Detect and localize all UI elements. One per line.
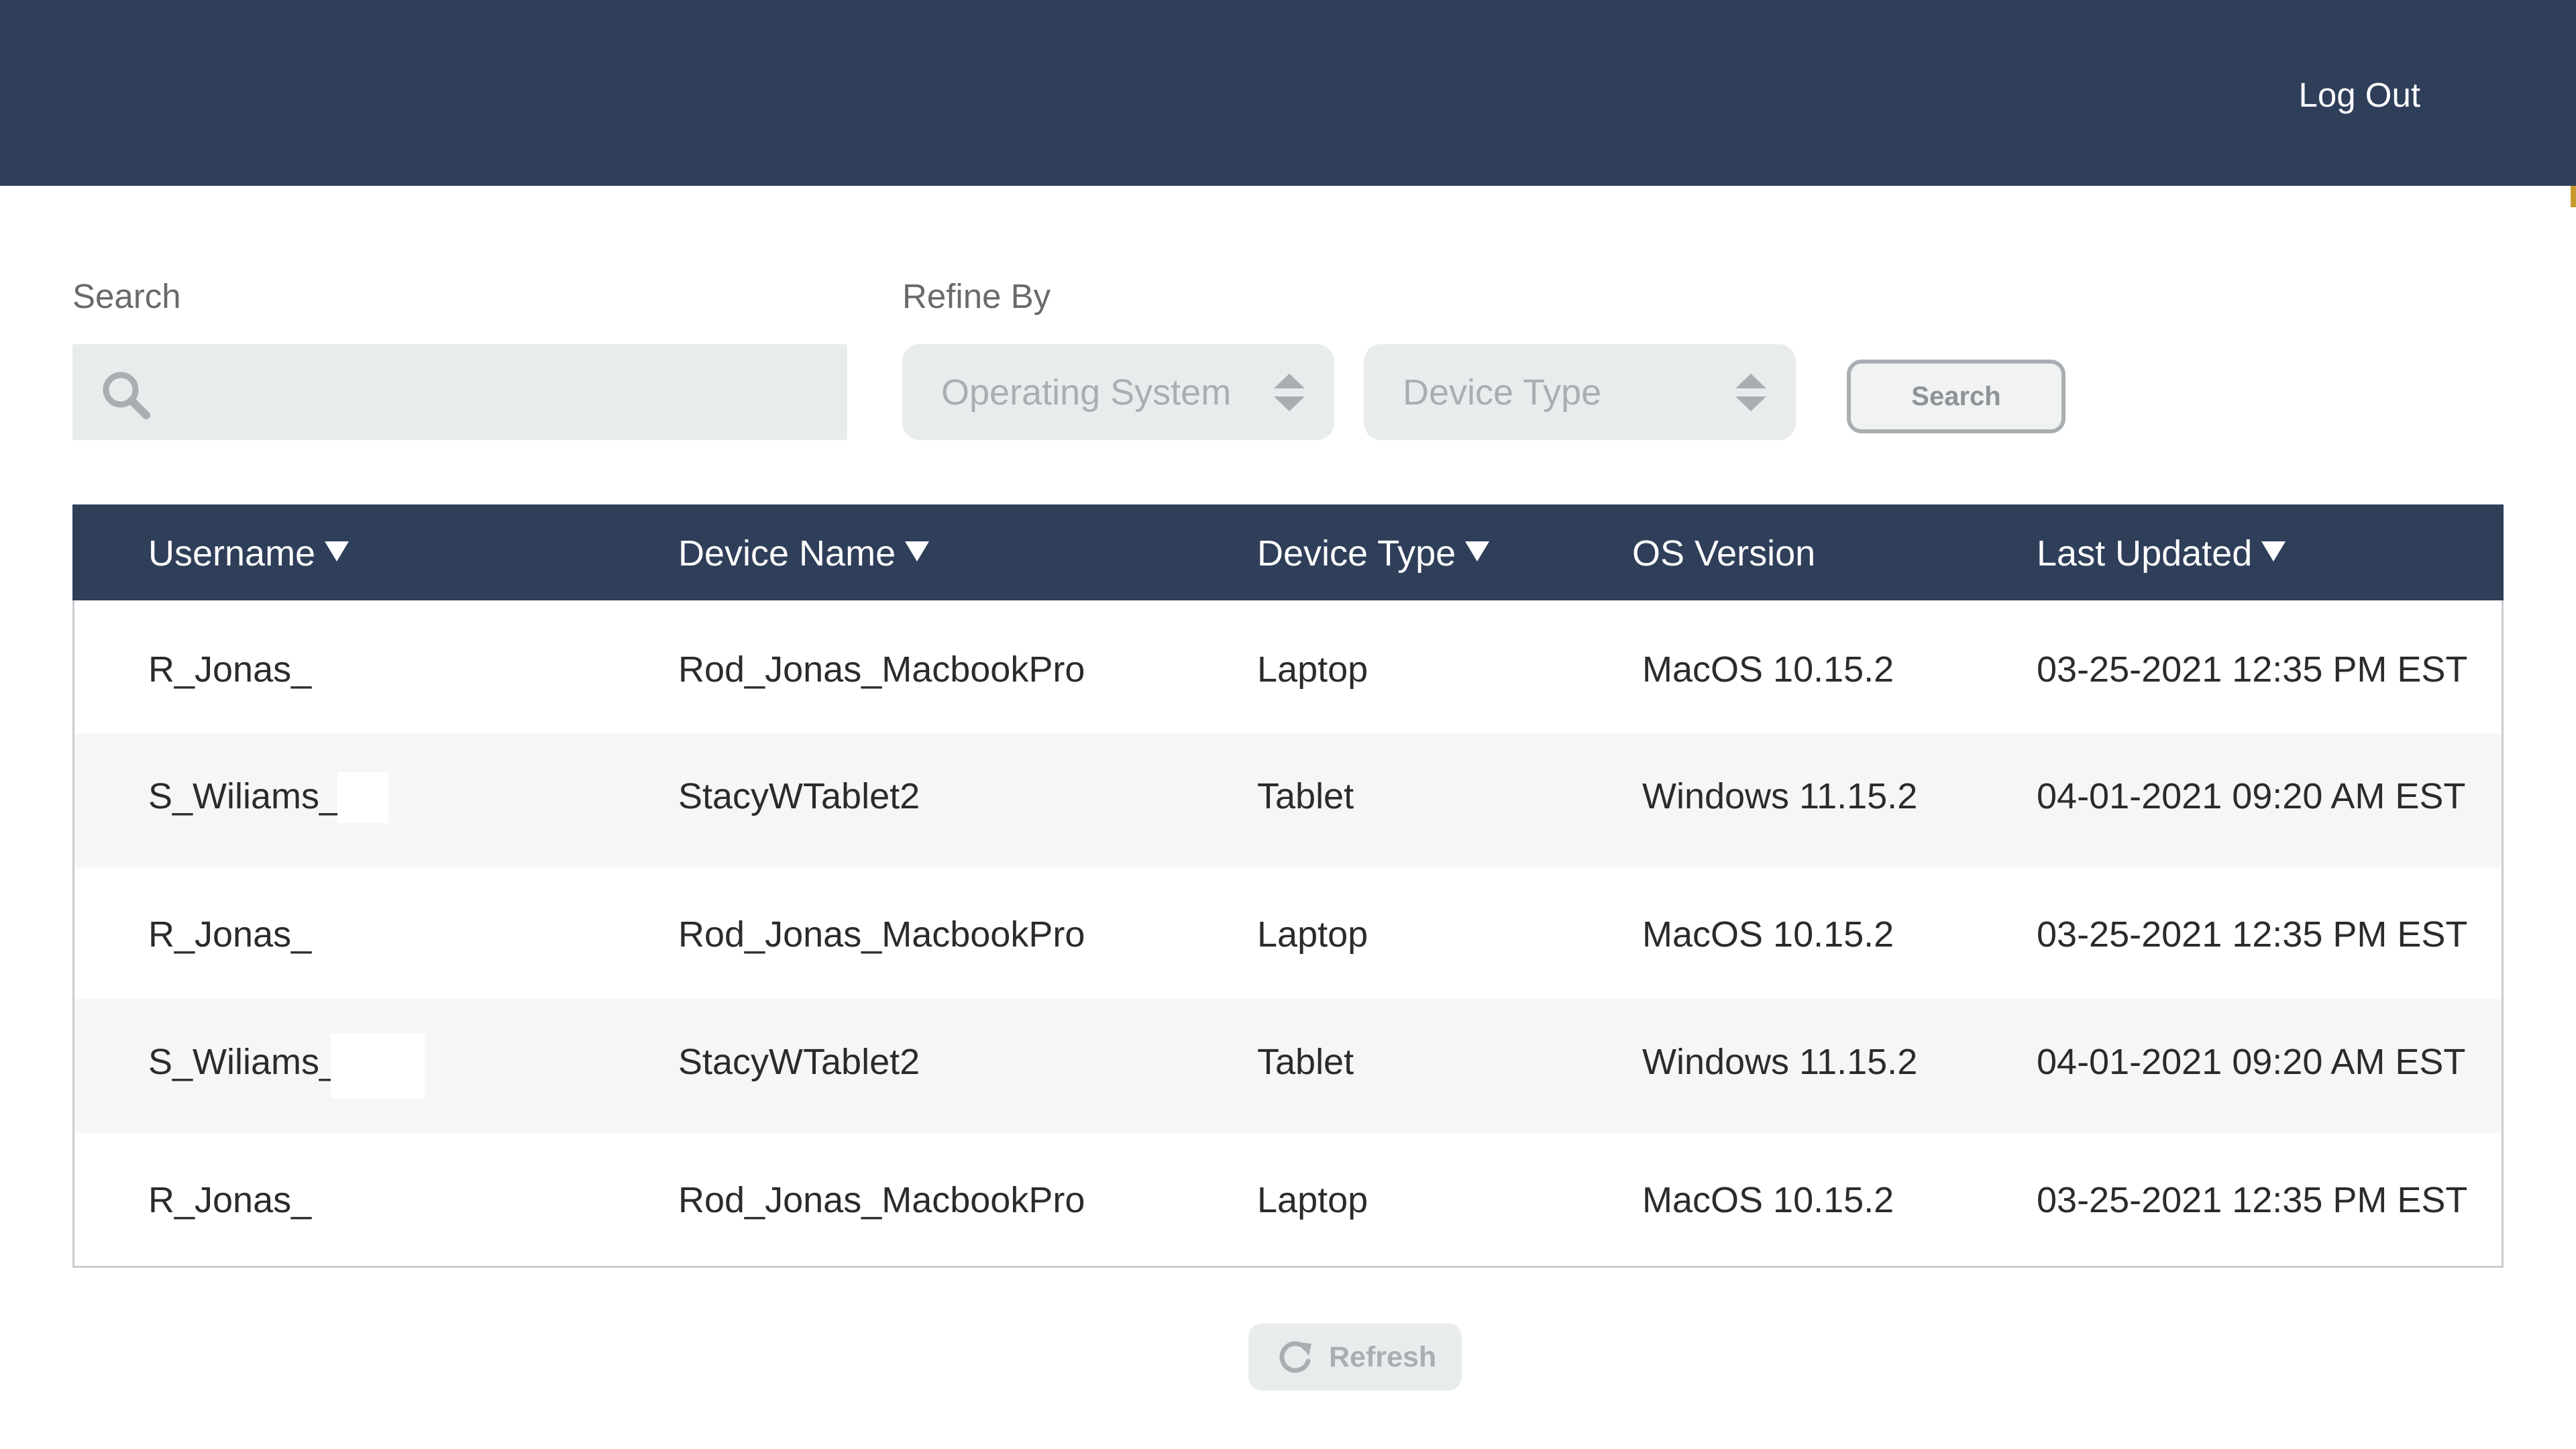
cell-device-type: Laptop [1257,914,1368,955]
top-navigation-bar: Log Out [0,0,2576,186]
sort-caret-icon [325,541,350,561]
sort-caret-icon [905,541,930,561]
search-input[interactable] [173,344,833,441]
cell-os-version: Windows 11.15.2 [1642,1042,1918,1082]
devices-table: Username Device Name Device Type OS Vers… [72,504,2504,1268]
cell-device-name: Rod_Jonas_MacbookPro [678,1180,1085,1220]
cell-device-name: Rod_Jonas_MacbookPro [678,649,1085,690]
table-header: Username Device Name Device Type OS Vers… [72,504,2504,600]
column-header-label: Last Updated [2037,533,2253,574]
operating-system-select[interactable]: Operating System [902,344,1334,440]
refresh-button[interactable]: Refresh [1248,1324,1462,1391]
cell-device-type: Tablet [1257,776,1354,816]
sort-arrows-icon [1274,374,1305,411]
cell-device-name: StacyWTablet2 [678,1042,920,1082]
search-icon [103,372,150,419]
search-button[interactable]: Search [1847,360,2065,433]
redaction-box [331,1034,425,1098]
column-header-label: Device Name [678,533,896,574]
cell-username: S_Wiliams_ [148,1042,340,1082]
column-header-device-type[interactable]: Device Type [1257,533,1490,574]
cell-device-type: Tablet [1257,1042,1354,1082]
logout-link[interactable]: Log Out [2299,75,2420,115]
cell-os-version: MacOS 10.15.2 [1642,1180,1894,1220]
cell-os-version: Windows 11.15.2 [1642,776,1918,816]
cell-device-type: Laptop [1257,1180,1368,1220]
cell-os-version: MacOS 10.15.2 [1642,914,1894,955]
column-header-label: Device Type [1257,533,1456,574]
search-field[interactable] [72,344,847,441]
cell-username: R_Jonas_ [148,914,312,955]
cell-username: R_Jonas_ [148,649,312,690]
table-row[interactable]: R_Jonas_ Rod_Jonas_MacbookPro Laptop Mac… [74,867,2502,999]
column-header-device-name[interactable]: Device Name [678,533,930,574]
device-type-select-value: Device Type [1403,372,1602,413]
cell-last-updated: 03-25-2021 12:35 PM EST [2037,1180,2468,1220]
search-label: Search [72,277,181,315]
column-header-os-version: OS Version [1632,533,1815,574]
redaction-box [337,772,388,823]
accent-marker [2571,186,2576,207]
refine-by-label: Refine By [902,277,1051,315]
table-row[interactable]: R_Jonas_ Rod_Jonas_MacbookPro Laptop Mac… [74,1133,2502,1266]
table-row[interactable]: R_Jonas_ Rod_Jonas_MacbookPro Laptop Mac… [74,600,2502,733]
column-header-label: OS Version [1632,533,1816,574]
cell-username: S_Wiliams_\ [148,776,350,816]
table-row[interactable]: S_Wiliams_\ StacyWTablet2 Tablet Windows… [74,733,2502,867]
cell-last-updated: 04-01-2021 09:20 AM EST [2037,776,2466,816]
refresh-icon [1279,1341,1311,1373]
cell-os-version: MacOS 10.15.2 [1642,649,1894,690]
cell-last-updated: 04-01-2021 09:20 AM EST [2037,1042,2466,1082]
cell-last-updated: 03-25-2021 12:35 PM EST [2037,649,2468,690]
column-header-last-updated[interactable]: Last Updated [2037,533,2286,574]
refresh-label: Refresh [1329,1341,1437,1373]
table-row[interactable]: S_Wiliams_ StacyWTablet2 Tablet Windows … [74,999,2502,1133]
sort-caret-icon [2261,541,2286,561]
sort-caret-icon [1465,541,1490,561]
cell-last-updated: 03-25-2021 12:35 PM EST [2037,914,2468,955]
cell-device-type: Laptop [1257,649,1368,690]
cell-device-name: Rod_Jonas_MacbookPro [678,914,1085,955]
column-header-label: Username [148,533,316,574]
device-type-select[interactable]: Device Type [1364,344,1796,440]
column-header-username[interactable]: Username [148,533,350,574]
cell-device-name: StacyWTablet2 [678,776,920,816]
operating-system-select-value: Operating System [941,372,1232,413]
cell-username: R_Jonas_ [148,1180,312,1220]
sort-arrows-icon [1735,374,1766,411]
